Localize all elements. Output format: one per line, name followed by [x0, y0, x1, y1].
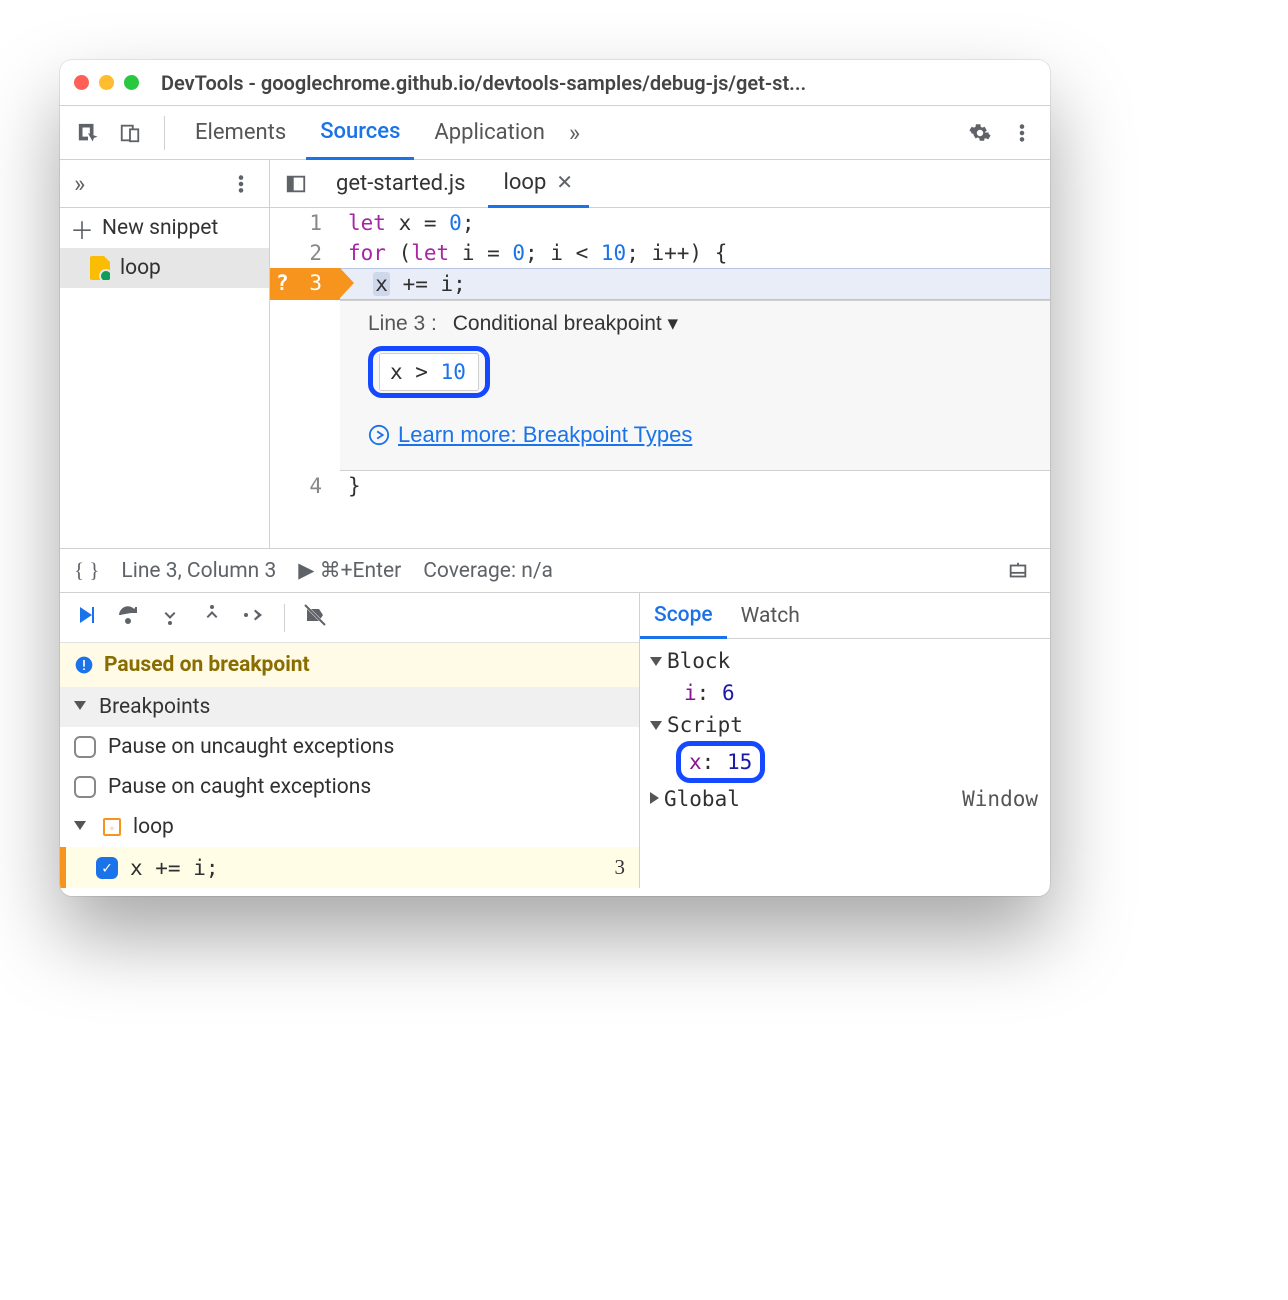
- devtools-window: DevTools - googlechrome.github.io/devtoo…: [60, 60, 1050, 896]
- snippet-item-loop[interactable]: loop: [60, 248, 269, 288]
- tab-sources[interactable]: Sources: [306, 106, 414, 160]
- step-icon[interactable]: [242, 603, 266, 633]
- scope-global[interactable]: Global Window: [650, 783, 1050, 815]
- toggle-navigator-icon[interactable]: [278, 166, 314, 202]
- navigator-menu-icon[interactable]: [223, 166, 259, 202]
- device-toolbar-icon[interactable]: [112, 115, 148, 151]
- inspect-element-icon[interactable]: [70, 115, 106, 151]
- cursor-position: Line 3, Column 3: [121, 559, 276, 583]
- snippet-file-icon: [90, 256, 110, 280]
- new-snippet-label: New snippet: [102, 216, 218, 240]
- file-tab-get-started[interactable]: get-started.js: [320, 160, 482, 208]
- new-snippet-button[interactable]: ＋ New snippet: [60, 208, 269, 248]
- tab-elements[interactable]: Elements: [181, 106, 300, 160]
- resume-icon[interactable]: [74, 603, 98, 633]
- scope-script[interactable]: Script: [650, 709, 1050, 741]
- code-editor[interactable]: 1 let x = 0; 2 for (let i = 0; i < 10; i…: [270, 208, 1050, 548]
- coverage-status: Coverage: n/a: [423, 559, 553, 583]
- gutter-line-4[interactable]: 4: [270, 471, 340, 501]
- highlight-ring: x > 10: [368, 346, 490, 398]
- deactivate-breakpoints-icon[interactable]: [303, 603, 327, 633]
- gutter-line-2[interactable]: 2: [270, 238, 340, 268]
- close-window-button[interactable]: [74, 75, 89, 90]
- show-console-icon[interactable]: [1000, 553, 1036, 589]
- pause-uncaught-checkbox[interactable]: [74, 736, 96, 758]
- pause-uncaught-row[interactable]: Pause on uncaught exceptions: [60, 727, 639, 767]
- step-over-icon[interactable]: [116, 603, 140, 633]
- gutter-line-3[interactable]: 3: [270, 268, 340, 300]
- bp-line-label: Line 3 :: [368, 312, 437, 335]
- highlight-ring-x: x: 15: [676, 741, 765, 783]
- breakpoint-line-number: 3: [615, 855, 626, 880]
- breakpoint-file-label: loop: [133, 815, 174, 839]
- snippet-item-label: loop: [120, 256, 161, 280]
- maximize-window-button[interactable]: [124, 75, 139, 90]
- bp-learn-more-link[interactable]: Learn more: Breakpoint Types: [368, 422, 692, 448]
- breakpoint-editor: Line 3 : Conditional breakpoint ▾ x > 10…: [340, 300, 1050, 471]
- kebab-menu-icon[interactable]: [1004, 115, 1040, 151]
- titlebar: DevTools - googlechrome.github.io/devtoo…: [60, 60, 1050, 106]
- bp-condition-input[interactable]: x > 10: [379, 353, 479, 391]
- bp-learn-more-label: Learn more: Breakpoint Types: [398, 422, 692, 448]
- more-tabs-icon[interactable]: »: [565, 119, 584, 147]
- settings-icon[interactable]: [962, 115, 998, 151]
- step-into-icon[interactable]: [158, 603, 182, 633]
- close-tab-icon[interactable]: ✕: [556, 170, 573, 194]
- breakpoint-file-row[interactable]: ◦ loop: [60, 807, 639, 847]
- pretty-print-icon[interactable]: { }: [74, 558, 99, 583]
- snippets-sidebar: ＋ New snippet loop: [60, 208, 270, 548]
- pause-caught-checkbox[interactable]: [74, 776, 96, 798]
- window-title: DevTools - googlechrome.github.io/devtoo…: [161, 71, 806, 95]
- gutter-line-1[interactable]: 1: [270, 208, 340, 238]
- breakpoints-header[interactable]: Breakpoints: [60, 687, 639, 727]
- debugger-panels: Paused on breakpoint Breakpoints Pause o…: [60, 592, 1050, 888]
- minimize-window-button[interactable]: [99, 75, 114, 90]
- file-tab-loop[interactable]: loop ✕: [488, 160, 590, 208]
- pause-caught-label: Pause on caught exceptions: [108, 775, 371, 799]
- scope-global-value: Window: [962, 783, 1038, 815]
- bp-type-dropdown[interactable]: Conditional breakpoint ▾: [453, 312, 678, 335]
- pause-caught-row[interactable]: Pause on caught exceptions: [60, 767, 639, 807]
- breakpoint-entry[interactable]: x += i; 3: [60, 847, 639, 888]
- scope-block[interactable]: Block: [650, 645, 1050, 677]
- tab-scope[interactable]: Scope: [640, 593, 727, 639]
- tab-watch[interactable]: Watch: [727, 593, 814, 639]
- pause-uncaught-label: Pause on uncaught exceptions: [108, 735, 394, 759]
- tab-application[interactable]: Application: [420, 106, 558, 160]
- main-toolbar: Elements Sources Application »: [60, 106, 1050, 160]
- file-tab-loop-label: loop: [504, 170, 547, 195]
- sources-body: ＋ New snippet loop 1 let x = 0; 2 for (l…: [60, 208, 1050, 548]
- scope-panel: Scope Watch Block i: 6 Script x: 15 Glob…: [640, 593, 1050, 888]
- traffic-lights: [74, 75, 139, 90]
- editor-statusbar: { } Line 3, Column 3 ▶ ⌘+Enter Coverage:…: [60, 548, 1050, 592]
- run-snippet-button[interactable]: ▶ ⌘+Enter: [298, 558, 401, 583]
- breakpoint-enabled-checkbox[interactable]: [96, 857, 118, 879]
- paused-banner: Paused on breakpoint: [60, 643, 639, 687]
- navigator-more-icon[interactable]: »: [70, 170, 89, 198]
- step-out-icon[interactable]: [200, 603, 224, 633]
- breakpoint-code: x += i;: [130, 856, 219, 880]
- debugger-toolbar: [60, 593, 639, 643]
- navigator-tabstrip: » get-started.js loop ✕: [60, 160, 1050, 208]
